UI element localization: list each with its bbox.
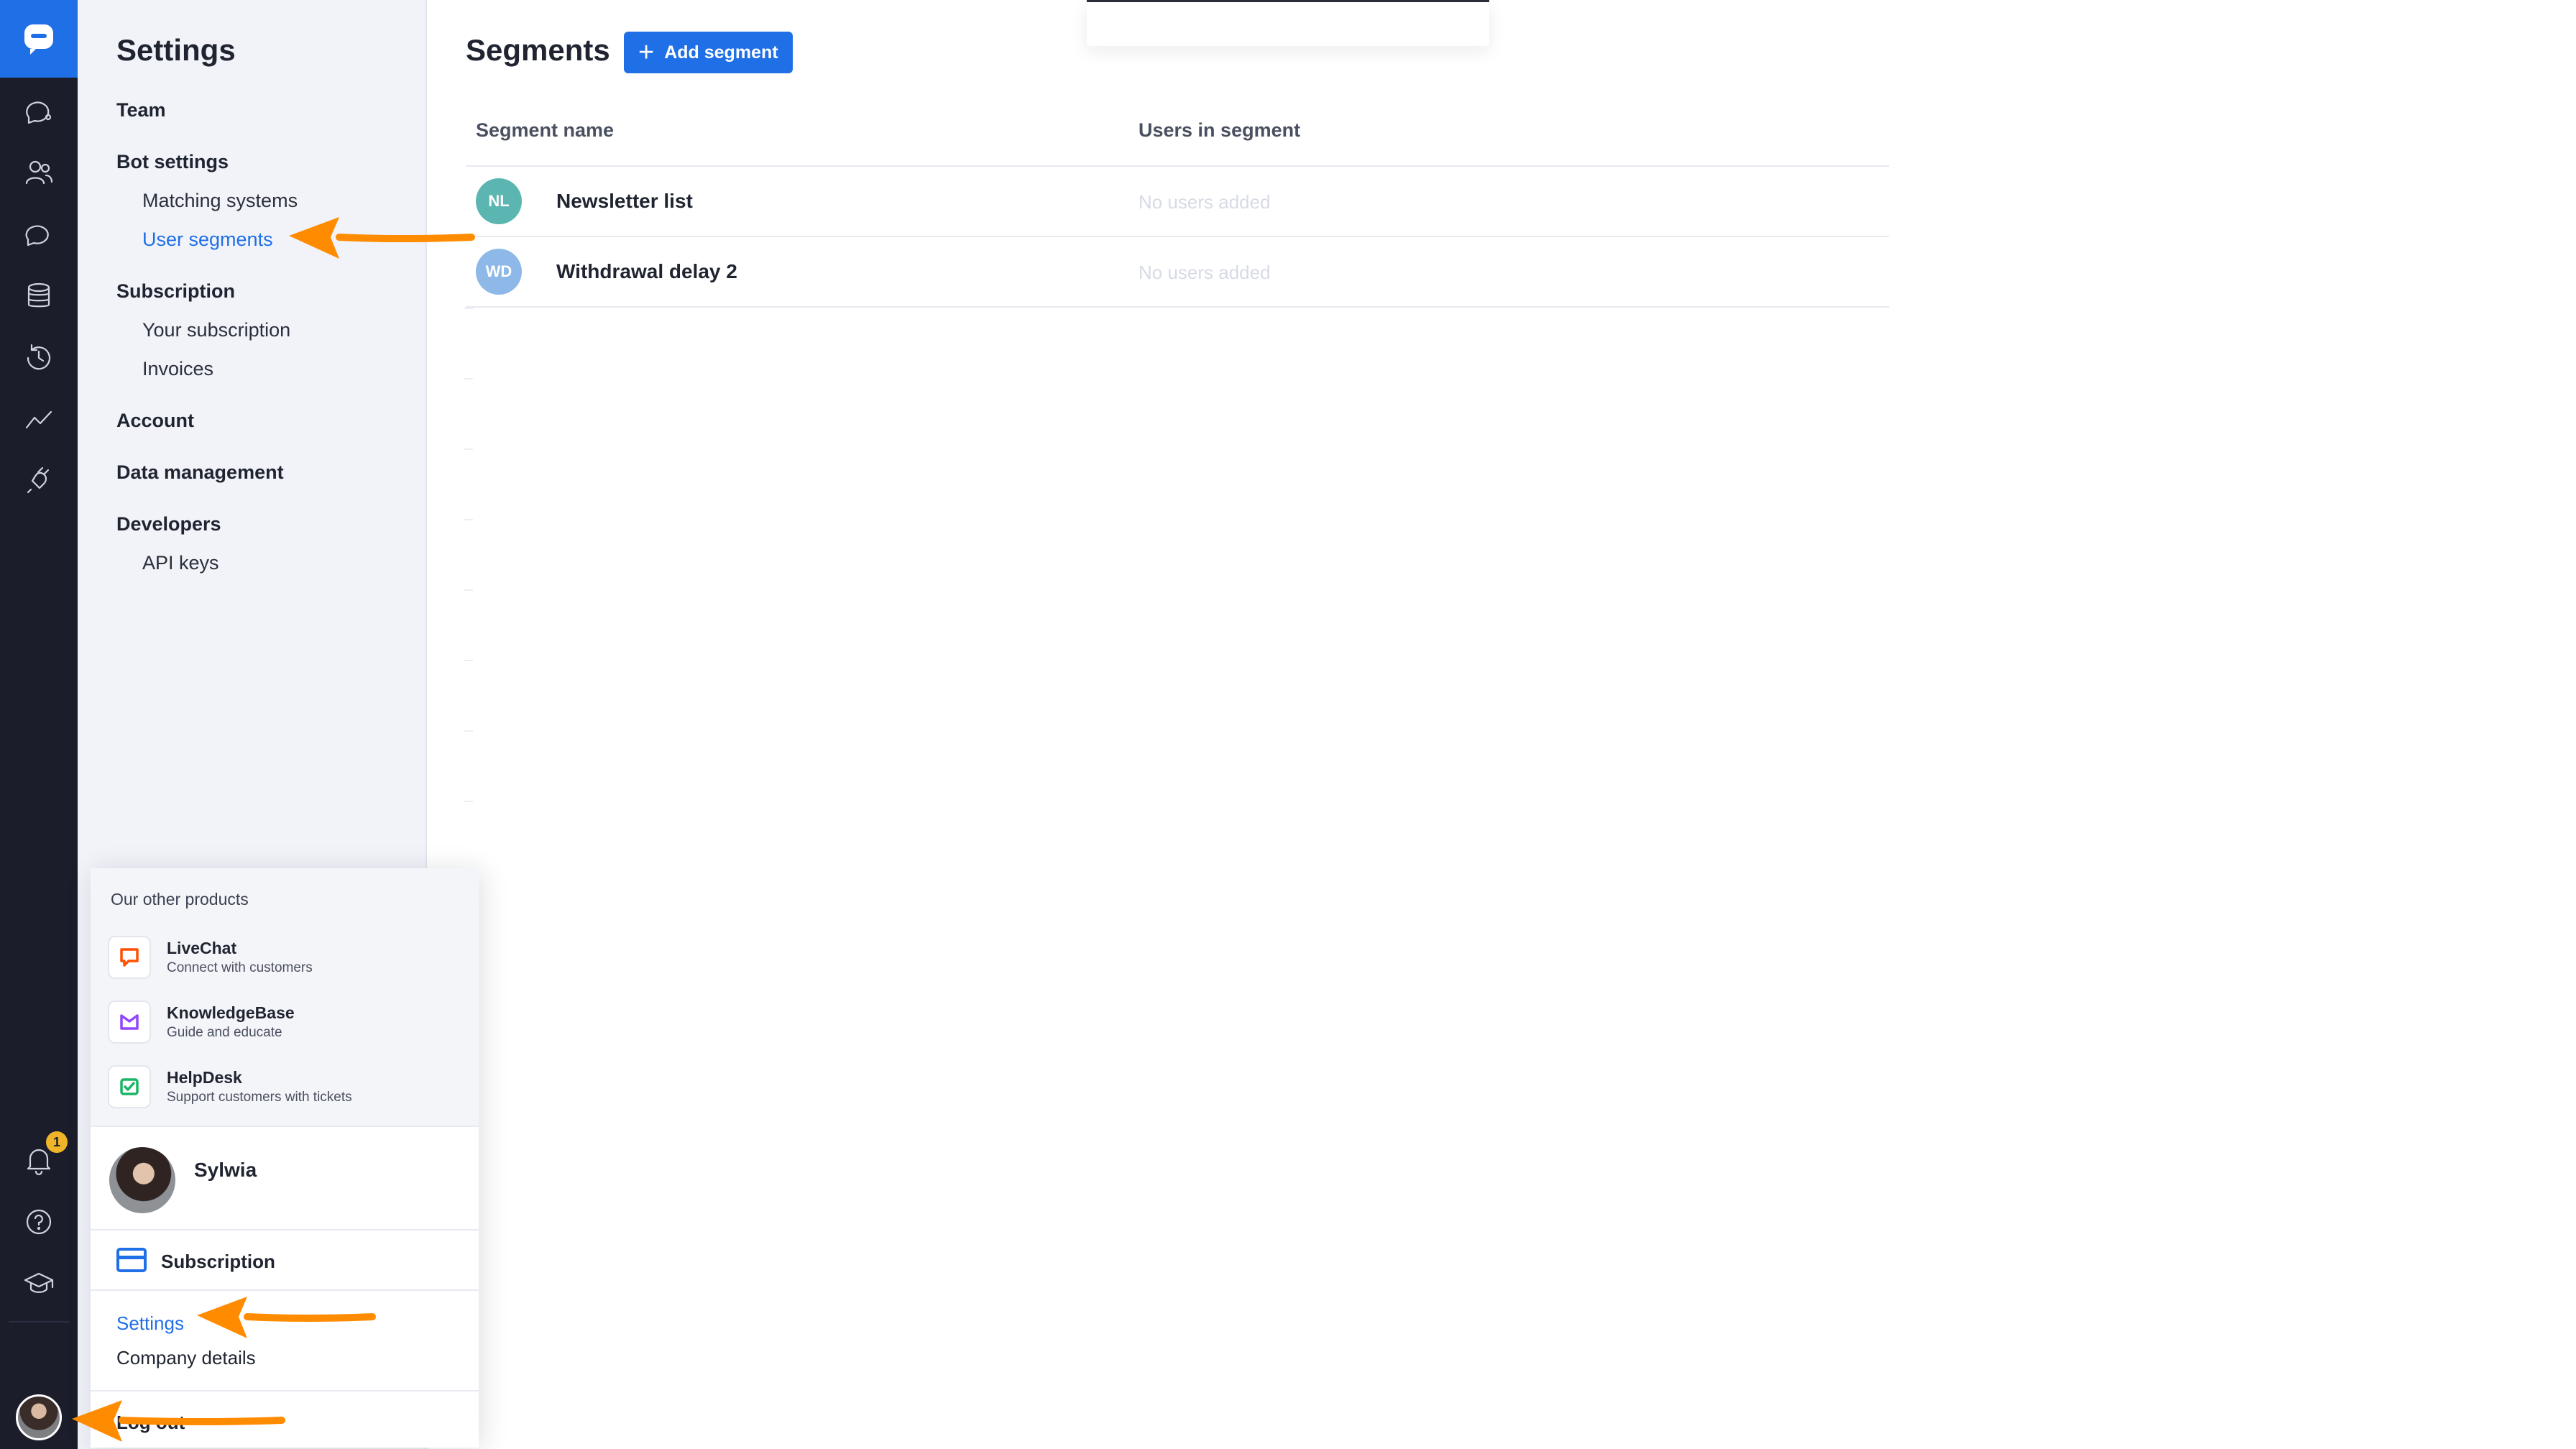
segment-users: No users added bbox=[1138, 191, 1271, 213]
sidebar-item-invoices[interactable]: Invoices bbox=[142, 358, 213, 380]
users-icon[interactable] bbox=[19, 152, 59, 193]
add-segment-button[interactable]: + Add segment bbox=[624, 32, 793, 73]
segment-avatar: WD bbox=[476, 249, 522, 295]
top-tooltip-remnant bbox=[1087, 0, 1489, 46]
placeholder-row-line bbox=[464, 378, 473, 380]
product-name: LiveChat bbox=[167, 939, 237, 957]
sidebar-item-matching-systems[interactable]: Matching systems bbox=[142, 190, 298, 212]
popup-settings-link[interactable]: Settings bbox=[116, 1312, 184, 1335]
help-icon[interactable] bbox=[19, 1202, 59, 1242]
sidebar-item-subscription[interactable]: Subscription bbox=[116, 280, 235, 303]
sidebar-title: Settings bbox=[116, 33, 236, 67]
chats-icon[interactable] bbox=[19, 92, 59, 132]
sidebar-item-team[interactable]: Team bbox=[116, 99, 166, 121]
placeholder-row-line bbox=[464, 801, 473, 802]
sidebar-item-data-management[interactable]: Data management bbox=[116, 461, 284, 484]
database-icon[interactable] bbox=[19, 276, 59, 316]
placeholder-row-line bbox=[464, 660, 473, 661]
product-livechat[interactable]: LiveChat Connect with customers bbox=[108, 936, 467, 993]
analytics-icon[interactable] bbox=[19, 400, 59, 440]
main-content: Segments + Add segment Segment name User… bbox=[427, 0, 2576, 1449]
table-row[interactable]: NL Newsletter list No users added bbox=[466, 165, 1889, 236]
stories-icon[interactable] bbox=[19, 214, 59, 254]
segment-avatar: NL bbox=[476, 178, 522, 224]
sidebar-item-bot-settings[interactable]: Bot settings bbox=[116, 151, 229, 173]
table-row-divider bbox=[466, 306, 1889, 308]
placeholder-row-line bbox=[464, 730, 473, 732]
credit-card-icon bbox=[116, 1248, 147, 1272]
placeholder-row-line bbox=[464, 308, 473, 309]
product-helpdesk[interactable]: HelpDesk Support customers with tickets bbox=[108, 1065, 467, 1123]
product-name: KnowledgeBase bbox=[167, 1003, 295, 1022]
segment-name[interactable]: Newsletter list bbox=[556, 190, 693, 213]
helpdesk-icon bbox=[108, 1065, 151, 1108]
chatbot-logo-icon[interactable] bbox=[0, 0, 78, 78]
placeholder-row-line bbox=[464, 589, 473, 591]
plus-icon: + bbox=[638, 37, 655, 68]
table-row[interactable]: WD Withdrawal delay 2 No users added bbox=[466, 236, 1889, 306]
notification-badge: 1 bbox=[46, 1131, 68, 1153]
sidebar-item-account[interactable]: Account bbox=[116, 410, 194, 432]
popup-user-name: Sylwia bbox=[194, 1159, 257, 1181]
placeholder-row-line bbox=[464, 519, 473, 520]
add-segment-label: Add segment bbox=[664, 42, 778, 63]
popup-subscription-label: Subscription bbox=[161, 1251, 275, 1272]
user-avatar[interactable] bbox=[16, 1394, 62, 1440]
product-desc: Guide and educate bbox=[167, 1025, 282, 1040]
knowledgebase-icon bbox=[108, 1000, 151, 1044]
sidebar-item-user-segments[interactable]: User segments bbox=[142, 229, 273, 251]
popup-user-avatar bbox=[109, 1147, 175, 1213]
segment-users: No users added bbox=[1138, 262, 1271, 283]
integrations-icon[interactable] bbox=[19, 461, 59, 502]
column-header-users-in-segment[interactable]: Users in segment bbox=[1138, 119, 1300, 142]
product-name: HelpDesk bbox=[167, 1068, 242, 1087]
sidebar-item-your-subscription[interactable]: Your subscription bbox=[142, 319, 290, 341]
product-knowledgebase[interactable]: KnowledgeBase Guide and educate bbox=[108, 1000, 467, 1058]
history-icon[interactable] bbox=[19, 338, 59, 378]
sidebar-item-developers[interactable]: Developers bbox=[116, 513, 221, 535]
icon-rail: 1 bbox=[0, 0, 78, 1449]
livechat-icon bbox=[108, 936, 151, 979]
popup-subscription-row[interactable]: Subscription bbox=[91, 1229, 479, 1289]
account-popup-menu: Our other products LiveChat Connect with… bbox=[91, 868, 479, 1448]
annotation-arrow-icon bbox=[197, 1297, 376, 1338]
other-products-heading: Our other products bbox=[111, 890, 249, 908]
product-desc: Connect with customers bbox=[167, 960, 313, 975]
segment-name[interactable]: Withdrawal delay 2 bbox=[556, 260, 737, 283]
popup-user-row[interactable]: Sylwia bbox=[91, 1126, 479, 1229]
product-desc: Support customers with tickets bbox=[167, 1090, 352, 1105]
placeholder-row-line bbox=[464, 448, 473, 450]
academy-icon[interactable] bbox=[19, 1264, 59, 1304]
other-products-section: Our other products LiveChat Connect with… bbox=[91, 868, 479, 1126]
annotation-arrow-icon bbox=[289, 217, 475, 259]
annotation-arrow-icon bbox=[72, 1400, 285, 1442]
rail-divider bbox=[9, 1321, 69, 1322]
page-title: Segments bbox=[466, 33, 610, 67]
sidebar-item-api-keys[interactable]: API keys bbox=[142, 552, 219, 574]
popup-company-details-link[interactable]: Company details bbox=[116, 1347, 256, 1369]
column-header-segment-name[interactable]: Segment name bbox=[476, 119, 614, 142]
